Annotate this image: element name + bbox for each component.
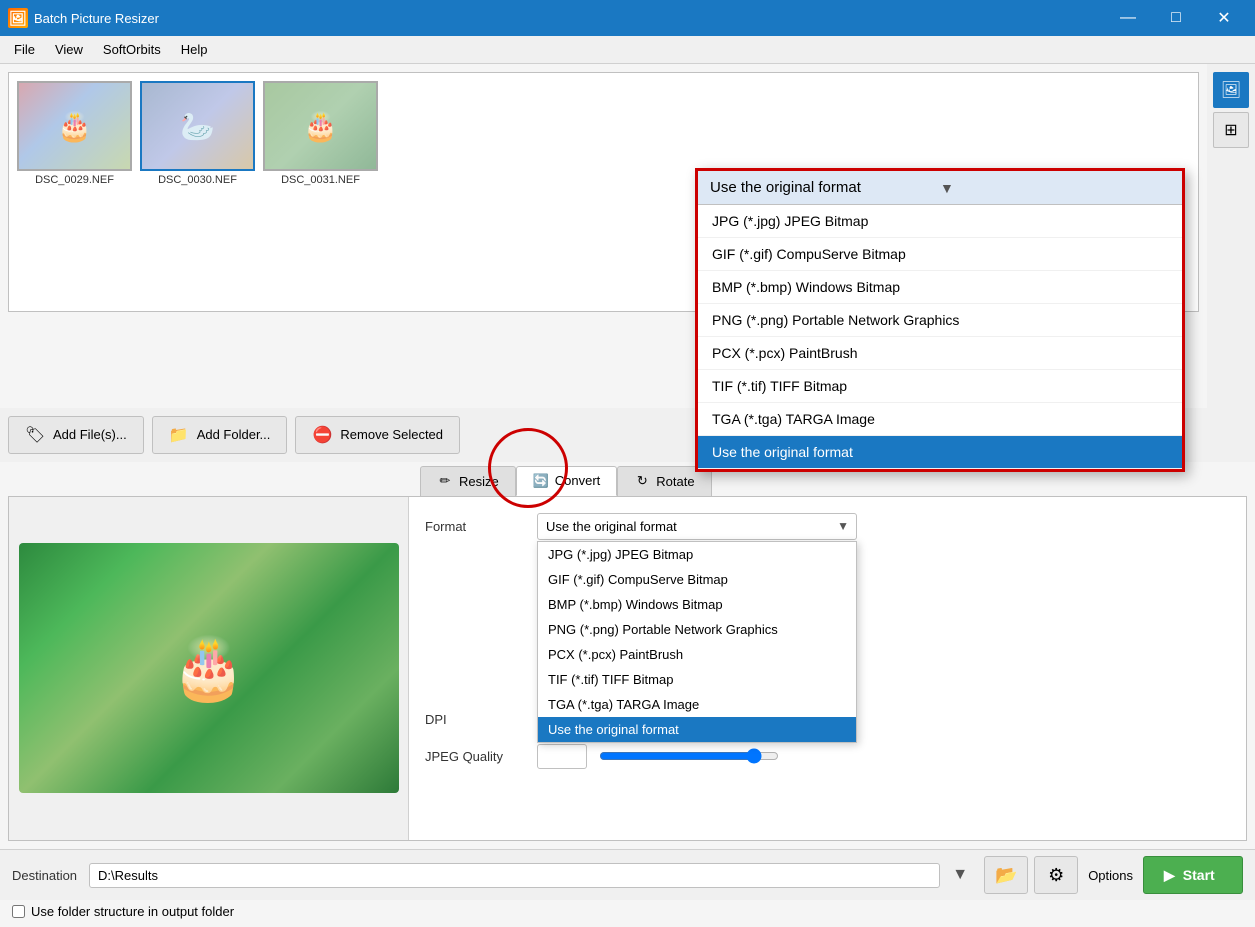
resize-tab-label: Resize <box>459 474 499 489</box>
dd-item-jpg[interactable]: JPG (*.jpg) JPEG Bitmap <box>538 542 856 567</box>
menu-help[interactable]: Help <box>171 38 218 61</box>
destination-input[interactable] <box>89 863 940 888</box>
app-title: Batch Picture Resizer <box>34 11 1105 26</box>
large-dd-png[interactable]: PNG (*.png) Portable Network Graphics <box>698 304 1182 337</box>
thumbnail-image[interactable]: 🎂 <box>263 81 378 171</box>
large-dd-bmp[interactable]: BMP (*.bmp) Windows Bitmap <box>698 271 1182 304</box>
bottom-section: Destination ▼ 📂 ⚙ Options ▶ Start Use fo… <box>0 849 1255 927</box>
large-dd-original[interactable]: Use the original format <box>698 436 1182 469</box>
menubar: File View SoftOrbits Help <box>0 36 1255 64</box>
add-folder-icon: 📁 <box>169 425 189 445</box>
large-dd-pcx[interactable]: PCX (*.pcx) PaintBrush <box>698 337 1182 370</box>
options-label: Options <box>1084 868 1137 883</box>
thumbnail-item[interactable]: 🦢 DSC_0030.NEF <box>140 81 255 186</box>
dd-item-original[interactable]: Use the original format <box>538 717 856 742</box>
dd-item-png[interactable]: PNG (*.png) Portable Network Graphics <box>538 617 856 642</box>
main-content: 🎂 DSC_0029.NEF 🦢 DSC_0030.NEF 🎂 DSC_0031… <box>0 64 1255 927</box>
preview-image: 🎂 <box>19 543 399 793</box>
large-dd-tif[interactable]: TIF (*.tif) TIFF Bitmap <box>698 370 1182 403</box>
folder-structure-label: Use folder structure in output folder <box>31 904 234 919</box>
tab-resize[interactable]: ✏ Resize <box>420 466 516 496</box>
add-folder-button[interactable]: 📁 Add Folder... <box>152 416 288 454</box>
tab-convert[interactable]: 🔄 Convert <box>516 466 618 496</box>
maximize-button[interactable]: □ <box>1153 0 1199 36</box>
minimize-button[interactable]: — <box>1105 0 1151 36</box>
jpeg-quality-label: JPEG Quality <box>425 749 525 764</box>
thumbnail-label: DSC_0031.NEF <box>281 174 360 186</box>
large-dd-jpg[interactable]: JPG (*.jpg) JPEG Bitmap <box>698 205 1182 238</box>
dd-item-tga[interactable]: TGA (*.tga) TARGA Image <box>538 692 856 717</box>
dd-item-bmp[interactable]: BMP (*.bmp) Windows Bitmap <box>538 592 856 617</box>
convert-tab-icon: 🔄 <box>533 473 549 489</box>
content-panel: 🎂 Format JPG (*.jpg) JPEG Bitmap GIF (*.… <box>8 496 1247 842</box>
remove-selected-icon: ⛔ <box>312 425 332 445</box>
destination-label: Destination <box>12 868 77 883</box>
large-dd-tga[interactable]: TGA (*.tga) TARGA Image <box>698 403 1182 436</box>
thumbnail-item[interactable]: 🎂 DSC_0031.NEF <box>263 81 378 186</box>
thumbnail-label: DSC_0030.NEF <box>158 174 237 186</box>
large-dd-header[interactable]: Use the original format ▼ <box>698 171 1182 205</box>
dd-item-pcx[interactable]: PCX (*.pcx) PaintBrush <box>538 642 856 667</box>
thumbnail-label: DSC_0029.NEF <box>35 174 114 186</box>
app-icon: 🖼 <box>8 8 28 28</box>
options-settings-button[interactable]: ⚙ <box>1034 856 1078 894</box>
large-dd-arrow: ▼ <box>940 180 1170 196</box>
resize-tab-icon: ✏ <box>437 473 453 489</box>
jpeg-quality-slider[interactable] <box>599 748 779 764</box>
sidebar-grid-btn[interactable]: ⊞ <box>1213 112 1249 148</box>
start-button[interactable]: ▶ Start <box>1143 856 1243 894</box>
dpi-label: DPI <box>425 712 525 727</box>
convert-tab-label: Convert <box>555 473 601 488</box>
dd-item-tif[interactable]: TIF (*.tif) TIFF Bitmap <box>538 667 856 692</box>
window-controls: — □ ✕ <box>1105 0 1247 36</box>
remove-selected-label: Remove Selected <box>340 427 443 442</box>
right-sidebar: 🖼 ⊞ <box>1207 64 1255 408</box>
checkbox-row: Use folder structure in output folder <box>0 900 1255 927</box>
jpeg-quality-row: JPEG Quality 90 <box>425 744 1230 769</box>
start-label: Start <box>1183 867 1215 883</box>
close-button[interactable]: ✕ <box>1201 0 1247 36</box>
rotate-tab-icon: ↻ <box>634 473 650 489</box>
remove-selected-button[interactable]: ⛔ Remove Selected <box>295 416 460 454</box>
format-row: Format JPG (*.jpg) JPEG Bitmap GIF (*.gi… <box>425 513 1230 540</box>
start-icon: ▶ <box>1164 867 1175 884</box>
titlebar: 🖼 Batch Picture Resizer — □ ✕ <box>0 0 1255 36</box>
preview-area: 🎂 <box>9 497 409 841</box>
destination-bar: Destination ▼ 📂 ⚙ Options ▶ Start <box>0 849 1255 900</box>
format-label: Format <box>425 519 525 534</box>
destination-arrow: ▼ <box>952 866 972 884</box>
jpeg-quality-input[interactable]: 90 <box>537 744 587 769</box>
dd-item-gif[interactable]: GIF (*.gif) CompuServe Bitmap <box>538 567 856 592</box>
menu-file[interactable]: File <box>4 38 45 61</box>
add-files-label: Add File(s)... <box>53 427 127 442</box>
thumbnail-image[interactable]: 🦢 <box>140 81 255 171</box>
large-dd-gif[interactable]: GIF (*.gif) CompuServe Bitmap <box>698 238 1182 271</box>
format-dropdown-large[interactable]: Use the original format ▼ JPG (*.jpg) JP… <box>695 168 1185 472</box>
large-dd-header-text: Use the original format <box>710 179 940 196</box>
sidebar-images-btn[interactable]: 🖼 <box>1213 72 1249 108</box>
add-files-button[interactable]: 🏷 Add File(s)... <box>8 416 144 454</box>
thumbnail-image[interactable]: 🎂 <box>17 81 132 171</box>
format-select-wrapper: JPG (*.jpg) JPEG Bitmap GIF (*.gif) Comp… <box>537 513 857 540</box>
folder-structure-checkbox[interactable] <box>12 905 25 918</box>
add-folder-label: Add Folder... <box>197 427 271 442</box>
rotate-tab-label: Rotate <box>656 474 694 489</box>
menu-softorbits[interactable]: SoftOrbits <box>93 38 171 61</box>
format-select[interactable]: JPG (*.jpg) JPEG Bitmap GIF (*.gif) Comp… <box>537 513 857 540</box>
bottom-buttons: 📂 ⚙ Options ▶ Start <box>984 856 1243 894</box>
format-dropdown-small[interactable]: JPG (*.jpg) JPEG Bitmap GIF (*.gif) Comp… <box>537 541 857 743</box>
add-files-icon: 🏷 <box>25 425 45 445</box>
menu-view[interactable]: View <box>45 38 93 61</box>
folder-browse-button[interactable]: 📂 <box>984 856 1028 894</box>
settings-panel: Format JPG (*.jpg) JPEG Bitmap GIF (*.gi… <box>409 497 1246 841</box>
thumbnail-item[interactable]: 🎂 DSC_0029.NEF <box>17 81 132 186</box>
